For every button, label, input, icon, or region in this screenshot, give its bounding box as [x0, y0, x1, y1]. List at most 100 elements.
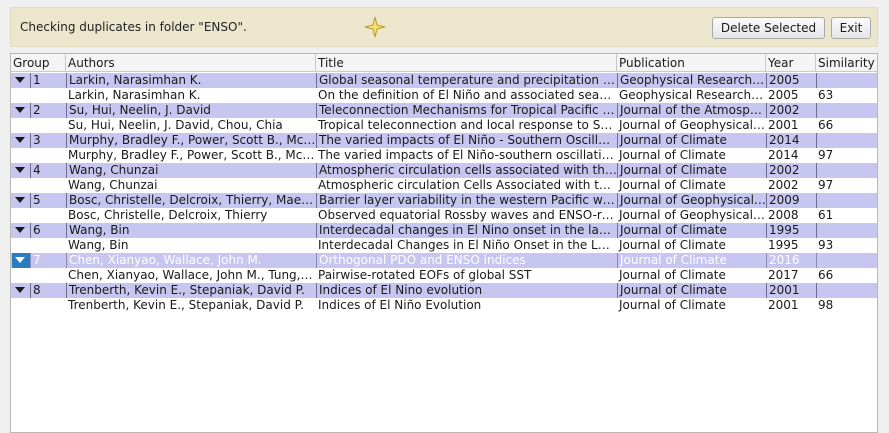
cell-group: 5 — [30, 193, 66, 208]
group-row[interactable]: 6 Wang, Bin Interdecadal changes in El Nin… — [11, 223, 877, 238]
exit-button[interactable]: Exit — [831, 17, 871, 39]
cell-publication: Geophysical Research Letters — [617, 73, 766, 88]
table-row[interactable]: Bosc, Christelle, Delcroix, Thierry Obser… — [11, 208, 877, 223]
cell-group: 1 — [30, 73, 66, 88]
cell-year: 2009 — [766, 193, 816, 208]
cell-year: 2014 — [768, 148, 799, 162]
cell-year: 2014 — [766, 133, 816, 148]
cell-year: 2016 — [766, 253, 816, 268]
cell-title: The varied impacts of El Niño-southern o… — [318, 148, 617, 162]
cell-authors: Larkin, Narasimhan K. — [66, 73, 316, 88]
cell-group — [30, 208, 66, 223]
cell-publication: Journal of Climate — [617, 133, 766, 148]
expand-triangle-icon[interactable] — [13, 135, 27, 146]
column-header-group[interactable]: Group — [11, 54, 66, 72]
cell-title: The varied impacts of El Niño - Southern… — [316, 133, 617, 148]
cell-publication: Journal of Climate — [617, 163, 766, 178]
cell-year: 2005 — [768, 88, 799, 102]
cell-authors: Bosc, Christelle, Delcroix, Thierry — [68, 208, 268, 222]
cell-similarity: 66 — [818, 118, 834, 132]
cell-authors: Su, Hui, Neelin, J. David — [66, 103, 316, 118]
expand-triangle-icon[interactable] — [13, 285, 27, 296]
duplicates-table[interactable]: Group Authors Title Publication Year Sim… — [10, 53, 878, 433]
table-row[interactable]: Wang, Chunzai Atmospheric circulation Cel… — [11, 178, 877, 193]
cell-similarity: 61 — [818, 208, 834, 222]
group-row[interactable]: 4 Wang, Chunzai Atmospheric circulation ce… — [11, 163, 877, 178]
cell-publication: Journal of the Atmospheric Sciences — [617, 103, 766, 118]
expand-triangle-icon[interactable] — [13, 105, 27, 116]
expand-triangle-icon[interactable] — [13, 255, 27, 266]
expand-triangle-icon[interactable] — [13, 165, 27, 176]
cell-authors: Trenberth, Kevin E., Stepaniak, David P. — [68, 298, 304, 312]
cell-title: Barrier layer variability in the western… — [316, 193, 617, 208]
cell-group — [30, 268, 66, 283]
cell-title: Indices of El Niño Evolution — [318, 298, 482, 312]
cell-group — [30, 118, 66, 133]
table-row[interactable]: Larkin, Narasimhan K. On the definition o… — [11, 88, 877, 103]
group-row[interactable]: 1 Larkin, Narasimhan K. Global seasonal te… — [11, 73, 877, 88]
cell-year: 2017 — [768, 268, 799, 282]
column-header-year[interactable]: Year — [766, 54, 816, 72]
cell-similarity: 66 — [818, 268, 834, 282]
table-row[interactable]: Chen, Xianyao, Wallace, John M., Tung, K… — [11, 268, 877, 283]
cell-group — [30, 178, 66, 193]
cell-authors: Wang, Bin — [66, 223, 316, 238]
cell-publication: Geophysical Research Letters — [619, 88, 766, 102]
status-message: Checking duplicates in folder "ENSO". — [20, 20, 247, 34]
cell-title: Observed equatorial Rossby waves and ENS… — [318, 208, 617, 222]
cell-group: 7 — [30, 253, 66, 268]
cell-group: 8 — [30, 283, 66, 298]
group-row[interactable]: 8 Trenberth, Kevin E., Stepaniak, David P… — [11, 283, 877, 298]
group-row[interactable]: 7 Chen, Xianyao, Wallace, John M. Orthogon… — [11, 253, 877, 268]
cell-publication: Journal of Climate — [619, 298, 726, 312]
cell-authors: Chen, Xianyao, Wallace, John M., Tung, K… — [68, 268, 316, 282]
table-row[interactable]: Su, Hui, Neelin, J. David, Chou, Chia Tro… — [11, 118, 877, 133]
cell-year: 2002 — [766, 163, 816, 178]
cell-similarity — [816, 133, 877, 148]
cell-authors: Wang, Chunzai — [68, 178, 158, 192]
table-row[interactable]: Trenberth, Kevin E., Stepaniak, David P.… — [11, 298, 877, 313]
cell-group: 6 — [30, 223, 66, 238]
cell-title: Atmospheric circulation cells associated… — [316, 163, 617, 178]
expand-triangle-icon[interactable] — [13, 195, 27, 206]
expand-triangle-icon[interactable] — [13, 225, 27, 236]
cell-year: 2005 — [766, 73, 816, 88]
group-row[interactable]: 2 Su, Hui, Neelin, J. David Teleconnection… — [11, 103, 877, 118]
cell-similarity — [816, 283, 877, 298]
cell-title: Interdecadal Changes in El Niño Onset in… — [318, 238, 617, 252]
status-bar: Checking duplicates in folder "ENSO". De… — [10, 7, 878, 47]
cell-title: Teleconnection Mechanisms for Tropical P… — [316, 103, 617, 118]
cell-authors: Wang, Chunzai — [66, 163, 316, 178]
group-row[interactable]: 5 Bosc, Christelle, Delcroix, Thierry, Ma… — [11, 193, 877, 208]
cell-authors: Chen, Xianyao, Wallace, John M. — [66, 253, 316, 268]
cell-authors: Larkin, Narasimhan K. — [68, 88, 201, 102]
cell-publication: Journal of Climate — [617, 283, 766, 298]
cell-authors: Su, Hui, Neelin, J. David, Chou, Chia — [68, 118, 283, 132]
column-header-authors[interactable]: Authors — [66, 54, 316, 72]
column-header-title[interactable]: Title — [316, 54, 617, 72]
cell-similarity — [816, 163, 877, 178]
cell-publication: Journal of Climate — [619, 238, 726, 252]
cell-similarity: 97 — [818, 178, 834, 192]
cell-title: On the definition of El Niño and associa… — [318, 88, 617, 102]
delete-selected-button[interactable]: Delete Selected — [712, 17, 825, 39]
cell-title: Tropical teleconnection and local respon… — [318, 118, 617, 132]
table-header: Group Authors Title Publication Year Sim… — [11, 54, 877, 72]
cell-group — [30, 148, 66, 163]
cell-similarity: 63 — [818, 88, 834, 102]
table-row[interactable]: Murphy, Bradley F., Power, Scott B., McG… — [11, 148, 877, 163]
cell-similarity — [816, 73, 877, 88]
cell-title: Orthogonal PDO and ENSO indices — [316, 253, 617, 268]
expand-triangle-icon[interactable] — [13, 75, 27, 86]
column-header-publication[interactable]: Publication — [617, 54, 766, 72]
cell-title: Atmospheric circulation Cells Associated… — [318, 178, 617, 192]
table-row[interactable]: Wang, Bin Interdecadal Changes in El Niño… — [11, 238, 877, 253]
cell-similarity: 97 — [818, 148, 834, 162]
cell-publication: Journal of Climate — [617, 253, 766, 268]
column-header-similarity[interactable]: Similarity — [816, 54, 877, 72]
cell-group: 2 — [30, 103, 66, 118]
cell-publication: Journal of Climate — [617, 223, 766, 238]
group-row[interactable]: 3 Murphy, Bradley F., Power, Scott B., Mc… — [11, 133, 877, 148]
cell-publication: Journal of Climate — [619, 268, 726, 282]
cell-year: 1995 — [768, 238, 799, 252]
